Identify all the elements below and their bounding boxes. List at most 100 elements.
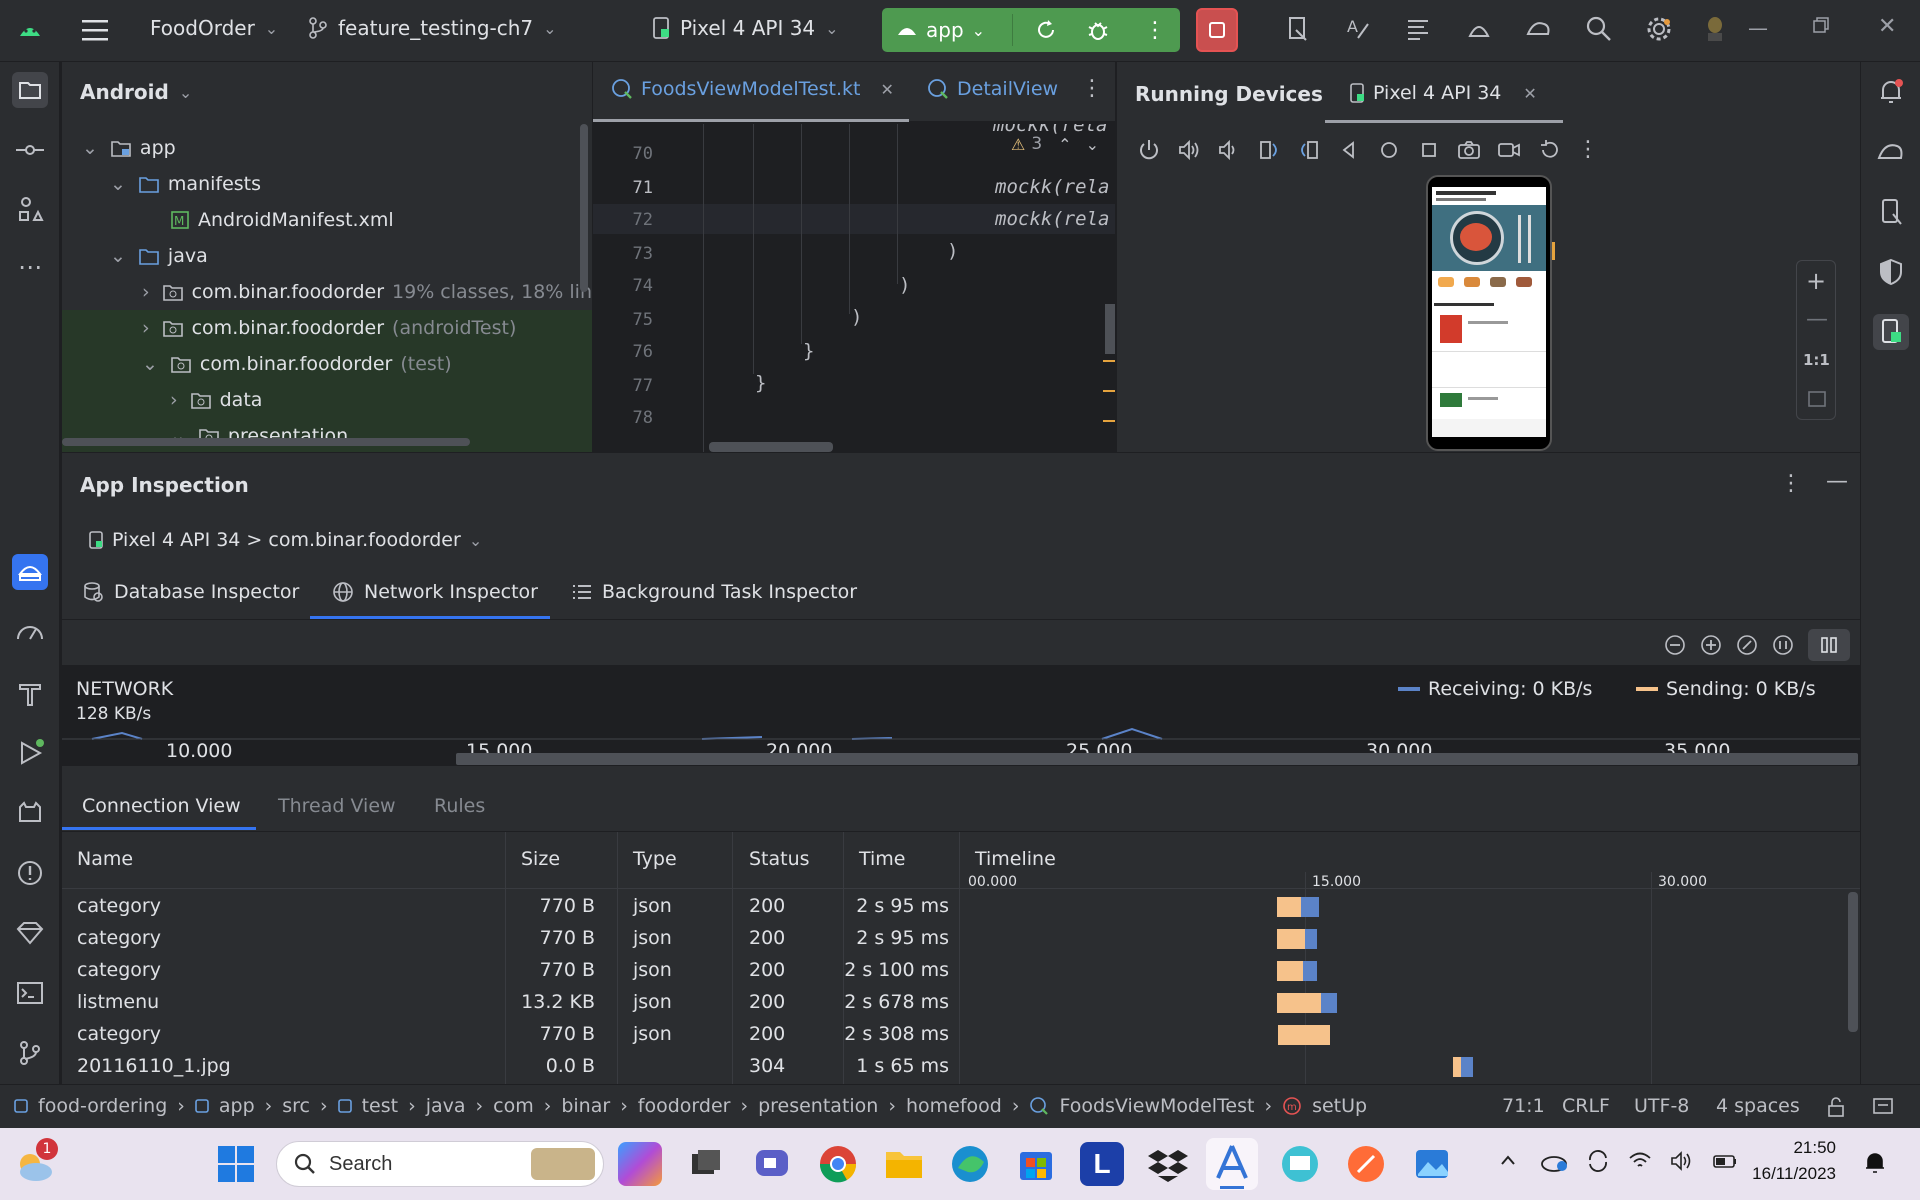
timeline-scrollbar[interactable] [456,753,1858,765]
tab-background-task-inspector[interactable]: Background Task Inspector [572,581,857,603]
tab-network-inspector[interactable]: Network Inspector [332,581,538,603]
profiler-tool-icon[interactable] [12,615,48,651]
zoom-in-icon[interactable]: + [1806,267,1826,295]
gem-tool-icon[interactable] [12,915,48,951]
tree-item-package-test[interactable]: ⌄ com.binar.foodorder (test) [62,346,592,382]
photos-icon[interactable] [1410,1142,1454,1186]
file-encoding[interactable]: UTF-8 [1634,1095,1689,1117]
tree-item-manifests[interactable]: ⌄ manifests [62,166,592,202]
zoom-out-icon[interactable]: — [1806,307,1828,332]
logcat-tool-icon[interactable] [12,795,48,831]
breadcrumb-item[interactable]: food-ordering [38,1095,167,1117]
tree-item-package-androidtest[interactable]: › com.binar.foodorder (androidTest) [62,310,592,346]
close-tab-icon[interactable]: ✕ [881,80,894,99]
weather-icon[interactable]: 1 [12,1138,58,1184]
chrome-icon[interactable] [816,1142,860,1186]
more-tools-icon[interactable]: ⋯ [12,252,48,288]
code-area[interactable]: mockk(rela ⚠ 3 ⌃ ⌄ 70 71 72 73 74 75 76 … [593,124,1115,452]
tree-item-app[interactable]: ⌄ app [62,130,592,166]
reset-icon[interactable] [1537,138,1561,162]
speaker-icon[interactable] [1670,1150,1694,1172]
dropbox-icon[interactable] [1146,1142,1190,1186]
tab-detail-view[interactable]: DetailView [927,78,1058,100]
main-menu-icon[interactable] [82,18,110,42]
zoom-actual-size[interactable]: 1:1 [1803,351,1830,369]
tree-item-package-main[interactable]: › com.binar.foodorder 19% classes, 18% l… [62,274,614,310]
zoom-in-icon[interactable] [1700,634,1722,656]
avatar[interactable] [1704,15,1726,43]
edge-icon[interactable] [948,1142,992,1186]
build-tool-icon[interactable] [12,675,48,711]
tab-thread-view[interactable]: Thread View [278,795,396,817]
column-header-name[interactable]: Name [77,848,133,870]
line-separator[interactable]: CRLF [1562,1095,1610,1117]
translate-icon[interactable]: A [1344,14,1374,44]
editor-horizontal-scrollbar[interactable] [709,442,833,452]
hide-panel-icon[interactable]: — [1826,469,1848,494]
tree-item-java[interactable]: ⌄ java [62,238,592,274]
debug-icon[interactable] [1086,18,1110,42]
indent-setting[interactable]: 4 spaces [1716,1095,1800,1117]
column-header-time[interactable]: Time [859,848,906,870]
screen-record-icon[interactable] [1497,138,1521,162]
taskbar-search-box[interactable]: Search [276,1141,604,1187]
restore-icon[interactable] [1812,16,1830,34]
clock-date[interactable]: 16/11/2023 [1736,1164,1836,1184]
volume-up-icon[interactable] [1177,138,1201,162]
project-tool-icon[interactable] [12,72,48,108]
structure-tool-icon[interactable] [12,192,48,228]
commit-tool-icon[interactable] [12,132,48,168]
notifications-icon[interactable] [1873,74,1909,110]
notification-bell-icon[interactable] [1864,1150,1886,1176]
zoom-to-selection-icon[interactable] [1772,634,1794,656]
clock-time[interactable]: 21:50 [1736,1138,1836,1158]
tab-database-inspector[interactable]: Database Inspector [82,581,299,603]
more-options-icon[interactable]: ⋮ [1144,18,1166,43]
rotate-right-icon[interactable] [1297,138,1321,162]
close-window-icon[interactable]: ✕ [1878,14,1896,39]
reset-zoom-icon[interactable] [1736,634,1758,656]
file-explorer-icon[interactable] [882,1142,926,1186]
remote-desktop-icon[interactable] [1278,1142,1322,1186]
tab-foods-viewmodel-test[interactable]: FoodsViewModelTest.kt ✕ [611,78,894,100]
copilot-icon[interactable] [618,1142,662,1186]
process-selector[interactable]: Pixel 4 API 34 > com.binar.foodorder ⌄ [88,529,482,551]
task-view-icon[interactable] [684,1142,728,1186]
breadcrumb-item[interactable]: presentation [758,1095,878,1117]
back-icon[interactable] [1337,138,1361,162]
run-tool-icon[interactable] [12,735,48,771]
search-icon[interactable] [1584,14,1614,44]
battery-icon[interactable] [1712,1150,1738,1172]
tab-connection-view[interactable]: Connection View [82,795,241,817]
project-selector[interactable]: FoodOrder ⌄ [150,16,278,40]
breadcrumb-item[interactable]: test [362,1095,399,1117]
run-config-selector[interactable]: app ⌄ [896,18,985,42]
table-row[interactable]: category 770 B json 200 2 s 100 ms [62,956,1842,986]
more-options-icon[interactable]: ⋮ [1780,471,1802,496]
column-header-status[interactable]: Status [749,848,810,870]
branch-selector[interactable]: feature_testing-ch7 ⌄ [308,16,557,40]
show-hidden-icons-icon[interactable] [1498,1150,1518,1170]
postman-icon[interactable] [1344,1142,1388,1186]
android-studio-taskbar-icon[interactable] [1206,1138,1258,1190]
version-control-tool-icon[interactable] [12,1035,48,1071]
zoom-fit-icon[interactable] [1807,389,1827,409]
gradle-icon[interactable] [1873,134,1909,170]
breadcrumb-item[interactable]: binar [561,1095,610,1117]
more-tabs-icon[interactable]: ⋮ [1081,76,1103,101]
volume-down-icon[interactable] [1217,138,1241,162]
security-shield-icon[interactable] [1873,254,1909,290]
unlock-icon[interactable] [1826,1097,1846,1117]
terminal-tool-icon[interactable] [12,975,48,1011]
wifi-icon[interactable] [1628,1150,1652,1172]
onedrive-icon[interactable] [1540,1150,1568,1172]
power-icon[interactable] [1137,138,1161,162]
layout-inspector-icon[interactable] [1284,14,1314,44]
inspection-widget[interactable]: ⚠ 3 ⌃ ⌄ [1011,134,1099,154]
start-windows-icon[interactable] [216,1144,256,1184]
column-header-timeline[interactable]: Timeline [975,848,1056,870]
device-screen[interactable] [1426,175,1552,451]
tree-item-data[interactable]: › data [62,382,592,418]
microsoft-store-icon[interactable] [1014,1142,1058,1186]
vertical-scrollbar[interactable] [580,124,588,292]
